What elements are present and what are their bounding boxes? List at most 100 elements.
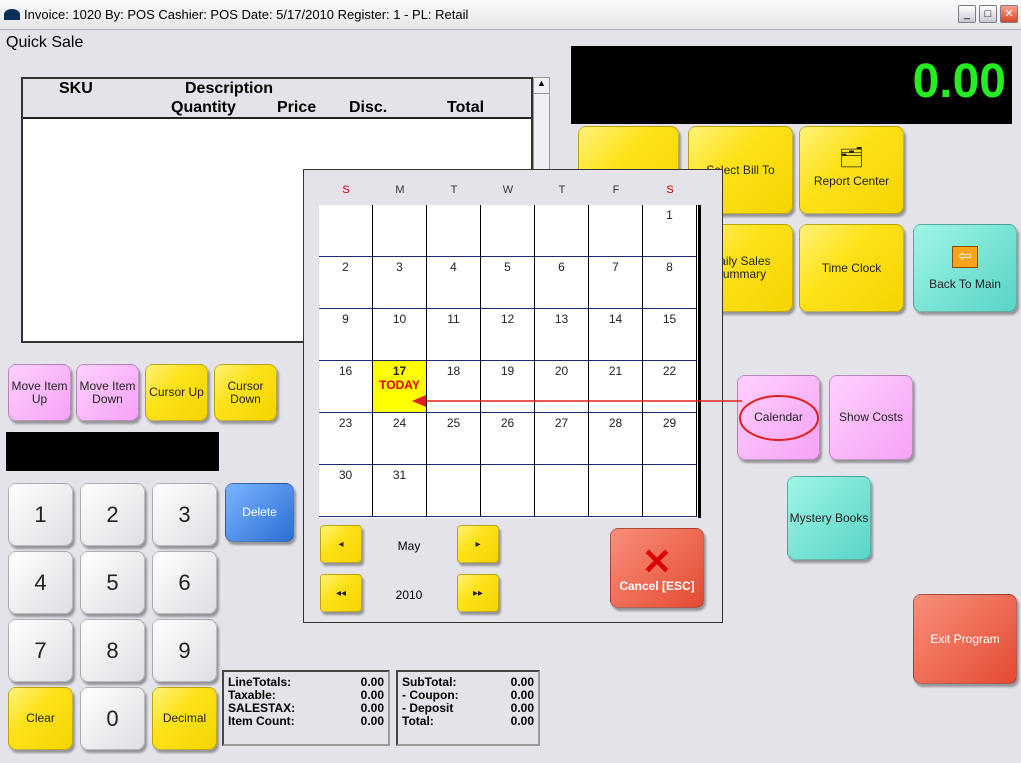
calendar-day-12[interactable]: 12 bbox=[481, 309, 535, 361]
title-bar: Invoice: 1020 By: POS Cashier: POS Date:… bbox=[0, 0, 1021, 30]
key-6-button[interactable]: 6 bbox=[152, 551, 217, 614]
entry-display bbox=[6, 432, 219, 471]
cursor-up-button[interactable]: Cursor Up bbox=[145, 364, 208, 421]
day-of-week-label: T bbox=[558, 184, 566, 196]
cursor-down-button[interactable]: Cursor Down bbox=[214, 364, 277, 421]
month-label: May bbox=[397, 539, 421, 553]
key-2-button[interactable]: 2 bbox=[80, 483, 145, 546]
window-title: Invoice: 1020 By: POS Cashier: POS Date:… bbox=[24, 7, 469, 22]
back-to-main-label: Back To Main bbox=[929, 276, 1001, 291]
day-of-week-label: S bbox=[342, 184, 350, 196]
next-year-button[interactable]: ▸▸ bbox=[457, 574, 499, 612]
calendar-day-2[interactable]: 2 bbox=[319, 257, 373, 309]
calendar-empty-cell bbox=[535, 465, 589, 517]
calendar-day-29[interactable]: 29 bbox=[643, 413, 697, 465]
calendar-empty-cell bbox=[427, 465, 481, 517]
calendar-day-18[interactable]: 18 bbox=[427, 361, 481, 413]
amount-display: 0.00 bbox=[571, 46, 1012, 124]
maximize-button[interactable]: □ bbox=[979, 5, 997, 23]
calendar-button[interactable]: Calendar bbox=[737, 375, 820, 460]
totals-left-panel: LineTotals: 0.00 Taxable: 0.00 SALESTAX: 0.00… bbox=[222, 670, 390, 746]
calendar-empty-cell bbox=[319, 205, 373, 257]
calendar-day-10[interactable]: 10 bbox=[373, 309, 427, 361]
time-clock-button[interactable]: Time Clock bbox=[799, 224, 904, 312]
calendar-grid: 1 2 3 4 5 6 7 8 9 10 11 12 13 14 15 16 17 TODAY 18 19 20 21 22… bbox=[319, 205, 701, 518]
calendar-day-30[interactable]: 30 bbox=[319, 465, 373, 517]
day-of-week-label: M bbox=[395, 184, 405, 196]
mystery-books-button[interactable]: Mystery Books bbox=[787, 476, 871, 560]
delete-button[interactable]: Delete bbox=[225, 483, 294, 542]
day-of-week-label: S bbox=[666, 184, 674, 196]
total-label: Total: bbox=[402, 714, 434, 728]
day-of-week-label: F bbox=[612, 184, 620, 196]
total-value: 0.00 bbox=[360, 714, 384, 728]
move-item-down-button[interactable]: Move Item Down bbox=[76, 364, 139, 421]
calendar-day-14[interactable]: 14 bbox=[589, 309, 643, 361]
header-total: Total bbox=[447, 99, 485, 116]
calendar-day-15[interactable]: 15 bbox=[643, 309, 697, 361]
key-7-button[interactable]: 7 bbox=[8, 619, 73, 682]
move-item-up-button[interactable]: Move Item Up bbox=[8, 364, 71, 421]
calendar-empty-cell bbox=[643, 465, 697, 517]
calendar-day-26[interactable]: 26 bbox=[481, 413, 535, 465]
day-of-week-label: T bbox=[450, 184, 458, 196]
total-label: Item Count: bbox=[228, 714, 295, 728]
calendar-day-27[interactable]: 27 bbox=[535, 413, 589, 465]
cancel-button[interactable]: ✕ Cancel [ESC] bbox=[610, 528, 704, 608]
header-description: Description bbox=[185, 80, 274, 97]
exit-program-button[interactable]: Exit Program bbox=[913, 594, 1017, 684]
calendar-day-1[interactable]: 1 bbox=[643, 205, 697, 257]
calendar-day-22[interactable]: 22 bbox=[643, 361, 697, 413]
prev-year-button[interactable]: ◂◂ bbox=[320, 574, 362, 612]
calendar-empty-cell bbox=[481, 465, 535, 517]
key-decimal-button[interactable]: Decimal bbox=[152, 687, 217, 750]
calendar-day-16[interactable]: 16 bbox=[319, 361, 373, 413]
prev-month-button[interactable]: ◂ bbox=[320, 525, 362, 563]
header-disc: Disc. bbox=[349, 99, 388, 116]
key-9-button[interactable]: 9 bbox=[152, 619, 217, 682]
show-costs-button[interactable]: Show Costs bbox=[829, 375, 913, 460]
calendar-day-17[interactable]: 17 TODAY bbox=[373, 361, 427, 413]
key-1-button[interactable]: 1 bbox=[8, 483, 73, 546]
calendar-day-19[interactable]: 19 bbox=[481, 361, 535, 413]
calendar-day-11[interactable]: 11 bbox=[427, 309, 481, 361]
back-to-main-button[interactable]: ⇦ Back To Main bbox=[913, 224, 1017, 312]
key-3-button[interactable]: 3 bbox=[152, 483, 217, 546]
day-of-week-label: W bbox=[502, 184, 514, 196]
calendar-day-6[interactable]: 6 bbox=[535, 257, 589, 309]
total-row: Total: 0.00 bbox=[402, 715, 534, 728]
minimize-button[interactable]: _ bbox=[958, 5, 976, 23]
calendar-day-24[interactable]: 24 bbox=[373, 413, 427, 465]
calendar-day-25[interactable]: 25 bbox=[427, 413, 481, 465]
key-5-button[interactable]: 5 bbox=[80, 551, 145, 614]
calendar-popup: SMTWTFS 1 2 3 4 5 6 7 8 9 10 11 12 13 14 15 16 17 TODAY 18… bbox=[303, 169, 723, 623]
scroll-up-icon[interactable]: ▲ bbox=[534, 78, 549, 94]
calendar-day-23[interactable]: 23 bbox=[319, 413, 373, 465]
calendar-empty-cell bbox=[427, 205, 481, 257]
report-center-button[interactable]: 🗂 Report Center bbox=[799, 126, 904, 214]
calendar-day-3[interactable]: 3 bbox=[373, 257, 427, 309]
calendar-day-21[interactable]: 21 bbox=[589, 361, 643, 413]
key-0-button[interactable]: 0 bbox=[80, 687, 145, 750]
calendar-day-7[interactable]: 7 bbox=[589, 257, 643, 309]
calendar-day-20[interactable]: 20 bbox=[535, 361, 589, 413]
calendar-day-8[interactable]: 8 bbox=[643, 257, 697, 309]
calendar-day-31[interactable]: 31 bbox=[373, 465, 427, 517]
key-clear-button[interactable]: Clear bbox=[8, 687, 73, 750]
next-month-button[interactable]: ▸ bbox=[457, 525, 499, 563]
calendar-day-4[interactable]: 4 bbox=[427, 257, 481, 309]
close-button[interactable]: ✕ bbox=[1000, 5, 1018, 23]
report-center-label: Report Center bbox=[813, 174, 890, 188]
key-8-button[interactable]: 8 bbox=[80, 619, 145, 682]
cancel-label: Cancel [ESC] bbox=[619, 578, 695, 593]
calendar-empty-cell bbox=[535, 205, 589, 257]
calendar-day-13[interactable]: 13 bbox=[535, 309, 589, 361]
calendar-day-9[interactable]: 9 bbox=[319, 309, 373, 361]
red-x-icon: ✕ bbox=[641, 540, 673, 582]
year-label: 2010 bbox=[395, 588, 423, 602]
key-4-button[interactable]: 4 bbox=[8, 551, 73, 614]
calendar-day-5[interactable]: 5 bbox=[481, 257, 535, 309]
today-label: TODAY bbox=[379, 378, 420, 392]
header-sku: SKU bbox=[59, 80, 93, 97]
calendar-day-28[interactable]: 28 bbox=[589, 413, 643, 465]
